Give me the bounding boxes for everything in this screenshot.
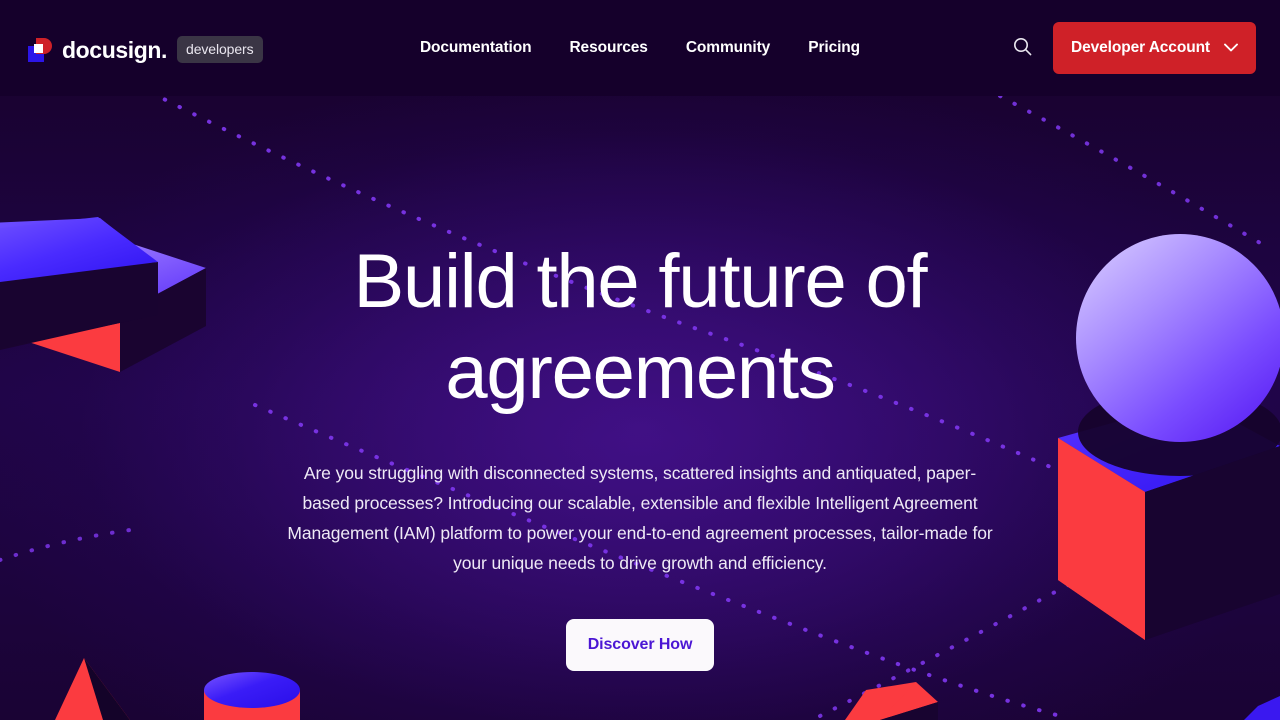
dotted-arc-upper-right	[998, 94, 1274, 252]
developer-account-label: Developer Account	[1071, 39, 1210, 56]
hero-section: Build the future of agreements Are you s…	[0, 96, 1280, 720]
header-actions: Developer Account	[1009, 0, 1256, 96]
angled-slab-bottom-right	[845, 682, 938, 720]
site-header: docusign developers Documentation Resour…	[0, 0, 1280, 96]
nav-item-community[interactable]: Community	[686, 39, 770, 57]
isometric-cube-left-front	[0, 217, 158, 348]
blue-sliver-bottom-right	[1244, 696, 1280, 720]
dotted-arc-left-low	[0, 528, 132, 562]
isometric-cube-right	[1058, 388, 1280, 640]
cone-bottom-left	[55, 658, 130, 720]
isometric-slab-left	[0, 226, 206, 372]
sphere-right	[1076, 234, 1280, 442]
cylinder-bottom-left	[204, 672, 300, 720]
page-root: docusign developers Documentation Resour…	[0, 0, 1280, 720]
nav-item-pricing[interactable]: Pricing	[808, 39, 860, 57]
search-button[interactable]	[1009, 35, 1035, 61]
nav-item-resources[interactable]: Resources	[569, 39, 647, 57]
discover-how-button[interactable]: Discover How	[566, 619, 714, 672]
chevron-down-icon	[1224, 39, 1238, 57]
developer-account-button[interactable]: Developer Account	[1053, 22, 1256, 74]
search-icon	[1013, 37, 1032, 59]
hero-headline: Build the future of agreements	[353, 239, 928, 416]
isometric-cube-left	[0, 218, 155, 350]
nav-item-documentation[interactable]: Documentation	[420, 39, 532, 57]
hero-subheadline: Are you struggling with disconnected sys…	[287, 463, 993, 574]
